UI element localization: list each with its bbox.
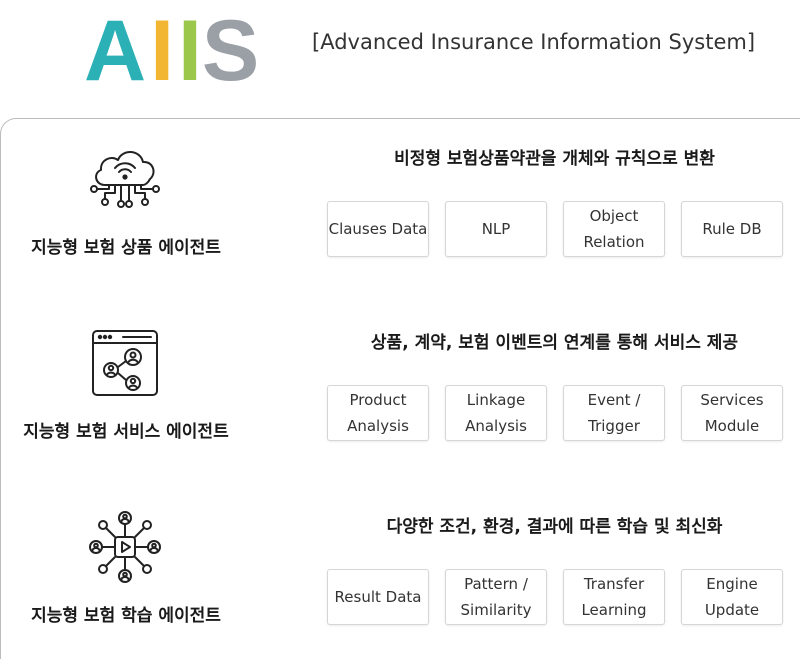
header: A I I S [Advanced Insurance Information …	[0, 0, 800, 118]
card-clauses-data: Clauses Data	[327, 201, 429, 257]
card-transfer-learning: Transfer Learning	[563, 569, 665, 625]
agents-panel: 지능형 보험 상품 에이전트 비정형 보험상품약관을 개체와 규칙으로 변환 C…	[0, 118, 800, 659]
learning-agent-title: 지능형 보험 학습 에이전트	[31, 606, 221, 626]
service-agent-section: 지능형 보험 서비스 에이전트 상품, 계약, 보험 이벤트의 연계를 통해 서…	[1, 303, 800, 483]
learning-agent-heading: 다양한 조건, 환경, 결과에 따른 학습 및 최신화	[386, 517, 723, 537]
card-pattern-similarity: Pattern / Similarity	[445, 569, 547, 625]
logo-letter-i1: I	[150, 3, 174, 99]
logo-letter-s: S	[201, 3, 259, 99]
card-event-trigger: Event / Trigger	[563, 385, 665, 441]
service-agent-heading: 상품, 계약, 보험 이벤트의 연계를 통해 서비스 제공	[370, 333, 739, 353]
card-product-analysis: Product Analysis	[327, 385, 429, 441]
product-agent-heading: 비정형 보험상품약관을 개체와 규칙으로 변환	[394, 149, 715, 169]
logo-letter-a: A	[84, 3, 146, 99]
people-network-icon	[87, 509, 163, 585]
card-services-module: Services Module	[681, 385, 783, 441]
product-agent-cards: Clauses Data NLP Object Relation Rule DB	[327, 201, 787, 257]
card-rule-db: Rule DB	[681, 201, 783, 257]
system-subtitle: [Advanced Insurance Information System]	[312, 30, 756, 54]
card-linkage-analysis: Linkage Analysis	[445, 385, 547, 441]
card-nlp: NLP	[445, 201, 547, 257]
service-agent-title: 지능형 보험 서비스 에이전트	[23, 422, 229, 442]
card-result-data: Result Data	[327, 569, 429, 625]
product-agent-title: 지능형 보험 상품 에이전트	[31, 238, 221, 258]
logo-letter-i2: I	[178, 3, 202, 99]
browser-share-icon	[87, 325, 163, 401]
card-object-relation: Object Relation	[563, 201, 665, 257]
service-agent-cards: Product Analysis Linkage Analysis Event …	[327, 385, 787, 441]
learning-agent-section: 지능형 보험 학습 에이전트 다양한 조건, 환경, 결과에 따른 학습 및 최…	[1, 487, 800, 667]
cloud-network-icon	[87, 141, 163, 217]
card-engine-update: Engine Update	[681, 569, 783, 625]
aiis-logo: A I I S	[84, 0, 259, 99]
learning-agent-cards: Result Data Pattern / Similarity Transfe…	[327, 569, 787, 625]
product-agent-section: 지능형 보험 상품 에이전트 비정형 보험상품약관을 개체와 규칙으로 변환 C…	[1, 119, 800, 299]
